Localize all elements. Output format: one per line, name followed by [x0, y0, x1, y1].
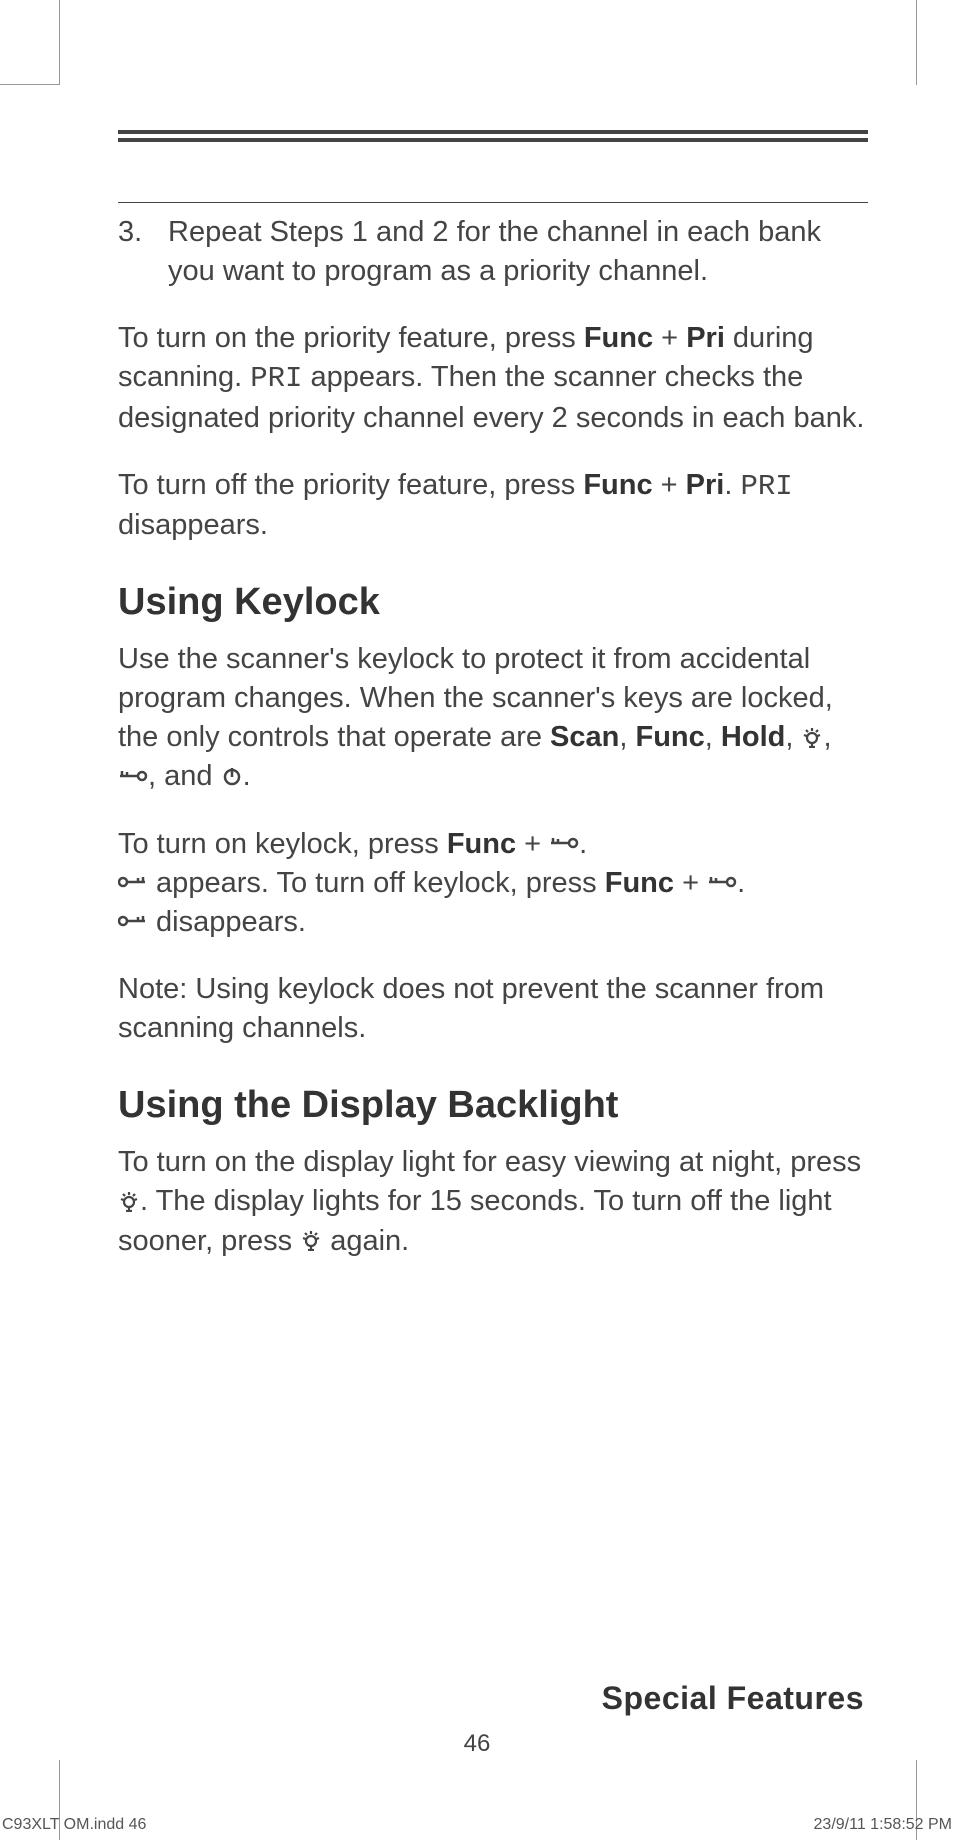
power-icon	[221, 765, 243, 787]
page-content: 3. Repeat Steps 1 and 2 for the channel …	[118, 130, 868, 1289]
top-double-rule	[118, 130, 868, 142]
priority-on-paragraph: To turn on the priority feature, press F…	[118, 319, 868, 437]
light-icon	[300, 1229, 322, 1251]
footer-timestamp: 23/9/11 1:58:52 PM	[814, 1816, 952, 1834]
key-icon	[118, 910, 148, 932]
footer-file: C93XLT OM.indd 46	[2, 1816, 146, 1834]
thin-rule	[118, 202, 868, 203]
crop-mark-top-right	[916, 0, 954, 85]
section-title: Special Features	[602, 1680, 864, 1717]
list-item-3: 3. Repeat Steps 1 and 2 for the channel …	[118, 213, 868, 291]
heading-backlight: Using the Display Backlight	[118, 1084, 868, 1127]
key-icon	[549, 832, 579, 854]
key-icon	[707, 871, 737, 893]
page-number: 46	[0, 1730, 954, 1758]
light-icon	[118, 1190, 140, 1212]
key-icon	[118, 765, 148, 787]
key-icon	[118, 871, 148, 893]
keylock-intro: Use the scanner's keylock to protect it …	[118, 640, 868, 797]
keylock-note: Note: Using keylock does not prevent the…	[118, 970, 868, 1048]
backlight-paragraph: To turn on the display light for easy vi…	[118, 1143, 868, 1260]
keylock-toggle: To turn on keylock, press Func + . appea…	[118, 825, 868, 942]
crop-mark-top-left	[0, 0, 60, 85]
heading-keylock: Using Keylock	[118, 581, 868, 624]
priority-off-paragraph: To turn off the priority feature, press …	[118, 466, 868, 545]
list-text: Repeat Steps 1 and 2 for the channel in …	[168, 213, 868, 291]
list-number: 3.	[118, 213, 168, 291]
light-icon	[801, 726, 823, 748]
